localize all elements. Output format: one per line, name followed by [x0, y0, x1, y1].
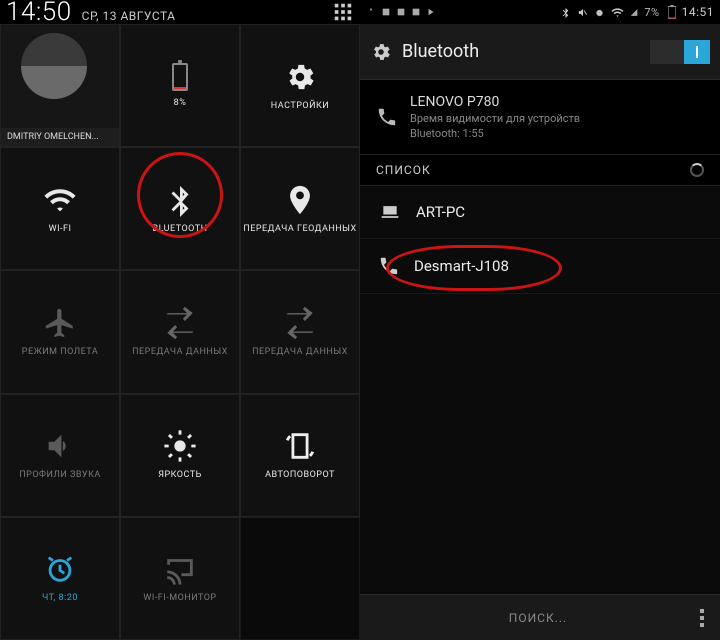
bottombar: ПОИСК... [360, 594, 720, 640]
device-list: ART-PC Desmart-J108 [360, 186, 720, 594]
tile-empty [240, 517, 360, 640]
battery-status-icon [668, 5, 676, 19]
mute-icon [577, 7, 588, 18]
rotate-icon [283, 429, 317, 463]
tile-label: АВТОПОВОРОТ [265, 471, 335, 481]
tile-airplane[interactable]: РЕЖИМ ПОЛЕТА [0, 270, 120, 393]
play-icon [426, 7, 436, 17]
bluetooth-settings-screen: 7% 14:51 Bluetooth LENOVO P780 Время вид… [360, 0, 720, 640]
notif-icon [411, 7, 421, 17]
tile-bluetooth[interactable]: BLUETOOTH [120, 147, 240, 270]
clock: 14:51 [682, 5, 714, 19]
device-name: Desmart-J108 [414, 257, 509, 275]
notif-icon [366, 7, 376, 17]
self-device-row[interactable]: LENOVO P780 Время видимости для устройст… [360, 80, 720, 155]
tile-data-usage[interactable]: ПЕРЕДАЧА ДАННЫХ [120, 270, 240, 393]
wifi-status-icon [611, 6, 624, 19]
page-title: Bluetooth [402, 41, 640, 62]
avatar [21, 33, 87, 99]
battery-pct: 8% [174, 99, 187, 109]
tile-location[interactable]: ПЕРЕДАЧА ГЕОДАННЫХ [240, 147, 360, 270]
date: СР, 13 АВГУСТА [82, 9, 176, 23]
gear-icon[interactable] [370, 41, 392, 63]
data-icon [163, 306, 197, 340]
tile-wifi[interactable]: WI-FI [0, 147, 120, 270]
data-icon [283, 306, 317, 340]
tile-brightness[interactable]: ЯРКОСТЬ [120, 394, 240, 517]
tile-autorotate[interactable]: АВТОПОВОРОТ [240, 394, 360, 517]
overflow-menu-icon[interactable] [700, 609, 704, 627]
clock: 14:50 [6, 0, 72, 27]
tile-label: ЯРКОСТЬ [158, 471, 202, 481]
statusbar-right: 7% 14:51 [360, 0, 720, 24]
tile-label: WI-FI [49, 225, 72, 235]
phone-icon [376, 94, 398, 140]
tile-label: ПЕРЕДАЧА ДАННЫХ [252, 348, 348, 358]
self-device-name: LENOVO P780 [410, 94, 580, 110]
alarm-icon [43, 552, 77, 586]
alarm-status-icon [594, 7, 605, 18]
tile-cast[interactable]: WI-FI-МОНИТОР [120, 517, 240, 640]
scanning-spinner-icon [690, 163, 704, 177]
battery-icon [172, 63, 188, 91]
tile-label: BLUETOOTH [152, 225, 207, 235]
location-icon [283, 183, 317, 217]
device-row-headset[interactable]: Desmart-J108 [360, 239, 720, 294]
bluetooth-toggle[interactable] [650, 40, 710, 64]
notif-icon [381, 7, 391, 17]
visibility-timer: Bluetooth: 1:55 [410, 127, 580, 140]
gear-icon [283, 60, 317, 94]
signal-icon [630, 6, 638, 19]
bluetooth-status-icon [560, 7, 571, 18]
wifi-icon [43, 183, 77, 217]
tile-settings[interactable]: НАСТРОЙКИ [240, 24, 360, 147]
tile-label: ЧТ, 8:20 [42, 594, 78, 604]
cast-icon [163, 552, 197, 586]
notif-icon [396, 7, 406, 17]
list-header-label: СПИСОК [376, 163, 431, 177]
tile-label: НАСТРОЙКИ [271, 102, 329, 112]
statusbar-left: 14:50 СР, 13 АВГУСТА [0, 0, 360, 24]
device-row-laptop[interactable]: ART-PC [360, 186, 720, 239]
tile-alarm[interactable]: ЧТ, 8:20 [0, 517, 120, 640]
search-devices-button[interactable]: ПОИСК... [509, 611, 567, 625]
laptop-icon [378, 202, 402, 222]
quicksettings-screen: 14:50 СР, 13 АВГУСТА DMITRIY OMELCHEN...… [0, 0, 360, 640]
user-name: DMITRIY OMELCHEN... [1, 128, 119, 146]
speaker-icon [43, 429, 77, 463]
tile-battery[interactable]: 8% [120, 24, 240, 147]
device-name: ART-PC [416, 203, 465, 221]
visibility-hint: Время видимости для устройств [410, 112, 580, 125]
brightness-icon [163, 429, 197, 463]
tile-label: WI-FI-МОНИТОР [143, 594, 216, 604]
bluetooth-icon [163, 183, 197, 217]
quicksettings-toggle-icon[interactable] [332, 1, 354, 23]
tile-data-usage-2[interactable]: ПЕРЕДАЧА ДАННЫХ [240, 270, 360, 393]
tile-label: ПРОФИЛИ ЗВУКА [19, 471, 100, 481]
tile-label: РЕЖИМ ПОЛЕТА [22, 348, 98, 358]
battery-pct: 7% [644, 6, 659, 19]
device-list-header: СПИСОК [360, 155, 720, 186]
airplane-icon [43, 306, 77, 340]
tile-label: ПЕРЕДАЧА ГЕОДАННЫХ [243, 225, 356, 235]
tile-sound-profiles[interactable]: ПРОФИЛИ ЗВУКА [0, 394, 120, 517]
tile-user[interactable]: DMITRIY OMELCHEN... [0, 24, 120, 147]
actionbar: Bluetooth [360, 24, 720, 80]
phone-icon [378, 255, 400, 277]
quicksettings-grid: DMITRIY OMELCHEN... 8% НАСТРОЙКИ WI-FI B… [0, 24, 360, 640]
tile-label: ПЕРЕДАЧА ДАННЫХ [132, 348, 228, 358]
